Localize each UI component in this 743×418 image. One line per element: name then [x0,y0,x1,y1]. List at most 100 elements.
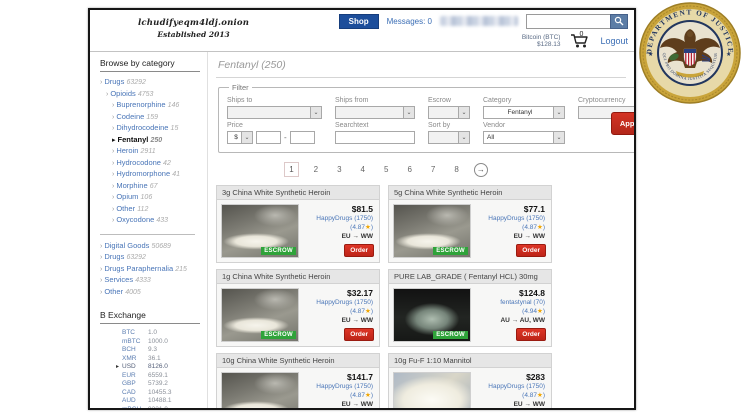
sidebar-category-oxycodone[interactable]: ›Oxycodone 433 [100,215,203,227]
product-title[interactable]: 10g Fu-F 1:10 Mannitol [389,354,551,368]
ships-to-select[interactable]: ⌄ [227,106,322,119]
product-vendor-link[interactable]: HappyDrugs (1750) (4.87★) [305,382,373,400]
product-title[interactable]: 3g China White Synthetic Heroin [217,186,379,200]
price-min-input[interactable] [256,131,281,144]
sidebar-category-opioids[interactable]: ›Opioids 4753 [100,89,203,101]
product-image-heroin-bag[interactable]: ESCROW [221,288,299,342]
exchange-currency-code[interactable]: BCH [122,346,148,355]
product-image-heroin-bag[interactable]: ESCROW [393,204,471,258]
pagination-page-1[interactable]: 1 [284,162,298,177]
category-link[interactable]: Heroin [116,146,140,155]
order-button[interactable]: Order [344,244,374,257]
price-max-input[interactable] [290,131,315,144]
product-vendor-link[interactable]: HappyDrugs (1750) (4.87★) [305,214,373,232]
exchange-currency-code[interactable]: USD [122,363,148,372]
category-link[interactable]: Dihydrocodeine [116,123,170,132]
pagination-page-4[interactable]: 4 [357,163,369,176]
apply-filter-button[interactable]: Apply filter [611,112,634,135]
exchange-rate-row[interactable]: CAD10455.3 [116,389,203,398]
category-link[interactable]: Fentanyl [118,135,151,144]
exchange-rate-row[interactable]: ▸USD8126.0 [116,363,203,372]
category-link[interactable]: Codeine [116,112,146,121]
sidebar-category-other[interactable]: ›Other 4005 [100,287,203,299]
sidebar-category-digital-goods[interactable]: ›Digital Goods 50689 [100,241,203,253]
pagination-page-5[interactable]: 5 [380,163,392,176]
exchange-currency-code[interactable]: GBP [122,380,148,389]
category-link[interactable]: Other [104,287,125,296]
exchange-currency-code[interactable]: BTC [122,329,148,338]
sidebar-category-drugs[interactable]: ›Drugs 63292 [100,77,203,89]
order-button[interactable]: Order [344,328,374,341]
exchange-rate-row[interactable]: mBCH9321.0 [116,406,203,411]
category-link[interactable]: Hydromorphone [116,169,172,178]
search-button[interactable] [610,14,628,29]
sidebar-category-hydrocodone[interactable]: ›Hydrocodone 42 [100,158,203,170]
product-vendor-link[interactable]: HappyDrugs (1750) (4.87★) [305,298,373,316]
logout-link[interactable]: Logout [600,36,628,46]
vendor-select[interactable]: All⌄ [483,131,565,144]
pagination-page-6[interactable]: 6 [403,163,415,176]
exchange-rate-row[interactable]: mBTC1000.0 [116,338,203,347]
pagination-page-7[interactable]: 7 [427,163,439,176]
category-link[interactable]: Drugs [104,252,126,261]
escrow-select[interactable]: ⌄ [428,106,470,119]
messages-link[interactable]: Messages: 0 [387,17,432,26]
product-image-powder-pile[interactable]: ESCROW [393,372,471,410]
shop-button[interactable]: Shop [339,14,379,29]
currency-select[interactable]: $⌄ [227,131,253,144]
sidebar-category-fentanyl[interactable]: ▸Fentanyl 250 [100,135,203,147]
order-button[interactable]: Order [516,328,546,341]
exchange-currency-code[interactable]: EUR [122,372,148,381]
category-link[interactable]: Services [104,275,135,284]
sidebar-category-services[interactable]: ›Services 4333 [100,275,203,287]
sidebar-category-hydromorphone[interactable]: ›Hydromorphone 41 [100,169,203,181]
exchange-currency-code[interactable]: CAD [122,389,148,398]
exchange-currency-code[interactable]: mBTC [122,338,148,347]
exchange-rate-row[interactable]: AUD10488.1 [116,397,203,406]
product-title[interactable]: PURE LAB_GRADE ( Fentanyl HCL) 30mg [389,270,551,284]
exchange-currency-code[interactable]: mBCH [122,406,148,411]
exchange-rate-row[interactable]: EUR6559.1 [116,372,203,381]
category-link[interactable]: Oxycodone [116,215,156,224]
sidebar-category-buprenorphine[interactable]: ›Buprenorphine 146 [100,100,203,112]
pagination-page-8[interactable]: 8 [450,163,462,176]
product-title[interactable]: 10g China White Synthetic Heroin [217,354,379,368]
product-image-heroin-bag[interactable]: ESCROW [221,204,299,258]
category-link[interactable]: Drugs [104,77,126,86]
sort-by-select[interactable]: ⌄ [428,131,470,144]
category-link[interactable]: Opium [116,192,140,201]
exchange-rate-row[interactable]: BCH9.3 [116,346,203,355]
sidebar-category-codeine[interactable]: ›Codeine 159 [100,112,203,124]
category-link[interactable]: Drugs Paraphernalia [104,264,175,273]
category-link[interactable]: Opioids [110,89,138,98]
category-link[interactable]: Morphine [116,181,149,190]
category-select[interactable]: Fentanyl⌄ [483,106,565,119]
pagination-page-3[interactable]: 3 [333,163,345,176]
searchtext-input[interactable] [335,131,415,144]
pagination-next-icon[interactable]: → [474,163,488,177]
product-vendor-link[interactable]: fentastynal (70) (4.94★) [477,298,545,316]
product-vendor-link[interactable]: HappyDrugs (1750) (4.87★) [477,382,545,400]
sidebar-category-drugs-paraphernalia[interactable]: ›Drugs Paraphernalia 215 [100,264,203,276]
category-link[interactable]: Hydrocodone [116,158,163,167]
product-title[interactable]: 1g China White Synthetic Heroin [217,270,379,284]
exchange-rate-row[interactable]: XMR36.1 [116,355,203,364]
search-input[interactable] [526,14,610,29]
order-button[interactable]: Order [516,244,546,257]
sidebar-category-other[interactable]: ›Other 112 [100,204,203,216]
exchange-currency-code[interactable]: AUD [122,397,148,406]
category-link[interactable]: Other [116,204,137,213]
category-link[interactable]: Buprenorphine [116,100,167,109]
exchange-rate-row[interactable]: GBP5739.2 [116,380,203,389]
product-vendor-link[interactable]: HappyDrugs (1750) (4.87★) [477,214,545,232]
product-image-heroin-bag[interactable]: ESCROW [221,372,299,410]
pagination-page-2[interactable]: 2 [310,163,322,176]
category-link[interactable]: Digital Goods [104,241,151,250]
cart-button[interactable]: 0 [570,33,590,49]
exchange-rate-row[interactable]: BTC1.0 [116,329,203,338]
sidebar-category-opium[interactable]: ›Opium 106 [100,192,203,204]
sidebar-category-heroin[interactable]: ›Heroin 2911 [100,146,203,158]
exchange-currency-code[interactable]: XMR [122,355,148,364]
ships-from-select[interactable]: ⌄ [335,106,415,119]
sidebar-category-dihydrocodeine[interactable]: ›Dihydrocodeine 15 [100,123,203,135]
